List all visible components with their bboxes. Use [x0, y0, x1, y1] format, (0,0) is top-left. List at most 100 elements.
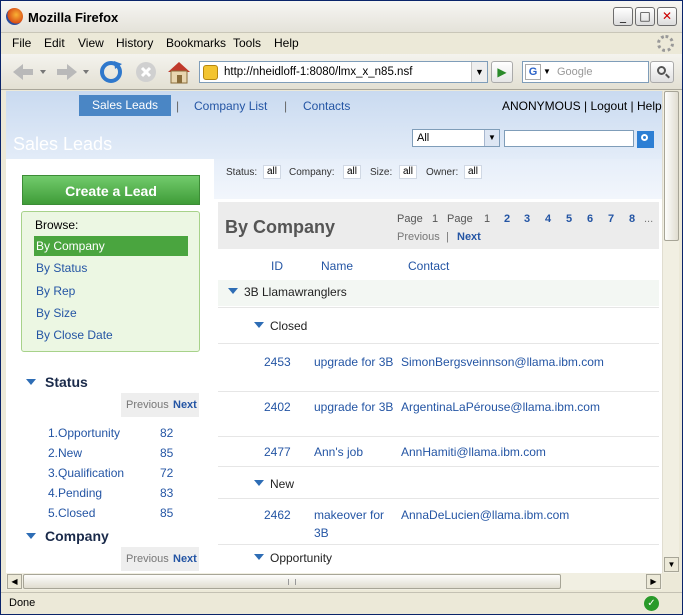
table-row[interactable]: 2453 upgrade for 3B SimonBergsveinnson@l…	[218, 347, 659, 392]
close-icon[interactable]: ✕	[657, 7, 677, 26]
lead-contact[interactable]: AnnHamiti@llama.ibm.com	[401, 443, 546, 461]
column-id[interactable]: ID	[271, 259, 283, 273]
page-number[interactable]: 8	[629, 213, 635, 225]
scroll-left-icon[interactable]: ◀	[7, 574, 22, 589]
page-ellipsis: ...	[644, 213, 654, 225]
menu-view[interactable]: View	[78, 36, 104, 50]
user-name: ANONYMOUS	[502, 99, 581, 113]
menu-file[interactable]: File	[12, 36, 31, 50]
search-icon[interactable]	[650, 61, 674, 83]
scrollbar-thumb[interactable]	[23, 574, 561, 589]
lead-contact[interactable]: ArgentinaLaPérouse@llama.ibm.com	[401, 398, 600, 416]
browse-by-size[interactable]: By Size	[34, 303, 188, 323]
scrollbar-thumb[interactable]	[664, 91, 679, 241]
status-name[interactable]: 4.Pending	[48, 486, 102, 500]
status-group-row[interactable]: Closed	[218, 317, 659, 343]
group-name: Closed	[270, 319, 308, 333]
table-row[interactable]: 2462 makeover for 3B AnnaDeLucien@llama.…	[218, 500, 659, 545]
home-icon[interactable]	[165, 60, 193, 84]
help-link[interactable]: Help	[637, 99, 662, 113]
status-name[interactable]: 2.New	[48, 446, 82, 460]
engine-dropdown-icon[interactable]: ▼	[543, 67, 551, 76]
scroll-right-icon[interactable]: ▶	[646, 574, 661, 589]
logout-link[interactable]: Logout	[591, 99, 628, 113]
menu-edit[interactable]: Edit	[44, 36, 65, 50]
lead-contact[interactable]: SimonBergsveinnson@llama.ibm.com	[401, 353, 604, 371]
stop-icon[interactable]	[133, 60, 159, 84]
status-bar: Done ✓	[1, 592, 682, 614]
lead-id[interactable]: 2402	[264, 398, 291, 416]
menu-help[interactable]: Help	[274, 36, 299, 50]
status-name[interactable]: 1.Opportunity	[48, 426, 120, 440]
page-number[interactable]: 5	[566, 213, 572, 225]
forward-icon[interactable]	[53, 60, 93, 84]
url-bar[interactable]: http://nheidloff-1:8080/lmx_x_n85.nsf ▼	[199, 61, 488, 83]
next-page-link[interactable]: Next	[457, 231, 481, 243]
create-lead-button[interactable]: Create a Lead	[22, 175, 200, 205]
search-scope-select[interactable]: All ▼	[412, 129, 500, 147]
page-number[interactable]: 6	[587, 213, 593, 225]
lead-contact[interactable]: AnnaDeLucien@llama.ibm.com	[401, 506, 569, 524]
company-section-header[interactable]: Company	[26, 528, 109, 544]
owner-filter-value[interactable]: all	[464, 165, 483, 179]
status-count[interactable]: 85	[160, 446, 173, 460]
url-dropdown-icon[interactable]: ▼	[471, 62, 487, 82]
company-filter-value[interactable]: all	[343, 165, 362, 179]
maximize-icon[interactable]: □	[635, 7, 655, 26]
horizontal-scrollbar[interactable]: ◀ ▶	[6, 573, 662, 590]
browse-by-status[interactable]: By Status	[34, 258, 188, 278]
status-group-row[interactable]: Opportunity	[218, 547, 659, 573]
browse-by-rep[interactable]: By Rep	[34, 281, 188, 301]
lead-name[interactable]: makeover for 3B	[314, 506, 394, 542]
status-name[interactable]: 3.Qualification	[48, 466, 124, 480]
app-header: Sales Leads | Company List | Contacts AN…	[6, 91, 662, 159]
separator: |	[446, 231, 449, 243]
table-row[interactable]: 2402 upgrade for 3B ArgentinaLaPérouse@l…	[218, 392, 659, 437]
lead-id[interactable]: 2453	[264, 353, 291, 371]
column-contact[interactable]: Contact	[408, 259, 449, 273]
status-section-header[interactable]: Status	[26, 374, 88, 390]
vertical-scrollbar[interactable]: ▼	[662, 91, 679, 573]
google-engine-icon[interactable]: G	[525, 64, 541, 80]
tab-company-list[interactable]: Company List	[194, 99, 267, 113]
status-count[interactable]: 85	[160, 506, 173, 520]
page-number[interactable]: 3	[524, 213, 530, 225]
next-link[interactable]: Next	[173, 547, 197, 571]
column-name[interactable]: Name	[321, 259, 353, 273]
scroll-down-icon[interactable]: ▼	[664, 557, 679, 572]
search-input[interactable]	[504, 130, 634, 147]
chevron-down-icon[interactable]: ▼	[484, 130, 499, 146]
lead-name[interactable]: upgrade for 3B	[314, 353, 394, 371]
page-number[interactable]: 7	[608, 213, 614, 225]
company-group-row[interactable]: 3B Llamawranglers	[218, 280, 659, 306]
menu-bookmarks[interactable]: Bookmarks	[166, 36, 226, 50]
next-link[interactable]: Next	[173, 393, 197, 417]
url-text[interactable]: http://nheidloff-1:8080/lmx_x_n85.nsf	[224, 66, 412, 78]
browse-by-close-date[interactable]: By Close Date	[34, 325, 188, 345]
minimize-icon[interactable]: _	[613, 7, 633, 26]
status-name[interactable]: 5.Closed	[48, 506, 95, 520]
lead-name[interactable]: Ann's job	[314, 443, 394, 461]
lead-id[interactable]: 2462	[264, 506, 291, 524]
search-icon[interactable]	[637, 131, 654, 148]
status-group-row[interactable]: New	[218, 469, 659, 499]
go-button[interactable]: ▶	[491, 61, 513, 83]
reload-icon[interactable]	[98, 60, 124, 84]
table-row[interactable]: 2477 Ann's job AnnHamiti@llama.ibm.com	[218, 437, 659, 467]
browse-by-company[interactable]: By Company	[34, 236, 188, 256]
status-count[interactable]: 72	[160, 466, 173, 480]
tab-contacts[interactable]: Contacts	[303, 99, 350, 113]
page-number[interactable]: 4	[545, 213, 551, 225]
status-count[interactable]: 82	[160, 426, 173, 440]
status-count[interactable]: 83	[160, 486, 173, 500]
menu-history[interactable]: History	[116, 36, 153, 50]
lead-name[interactable]: upgrade for 3B	[314, 398, 394, 416]
back-icon[interactable]	[9, 60, 49, 84]
page-number[interactable]: 2	[504, 213, 510, 225]
search-bar[interactable]: G ▼ Google	[522, 61, 649, 83]
menu-tools[interactable]: Tools	[233, 36, 261, 50]
size-filter-value[interactable]: all	[399, 165, 418, 179]
lead-id[interactable]: 2477	[264, 443, 291, 461]
tab-sales-leads[interactable]: Sales Leads	[79, 95, 171, 116]
status-filter-value[interactable]: all	[263, 165, 282, 179]
